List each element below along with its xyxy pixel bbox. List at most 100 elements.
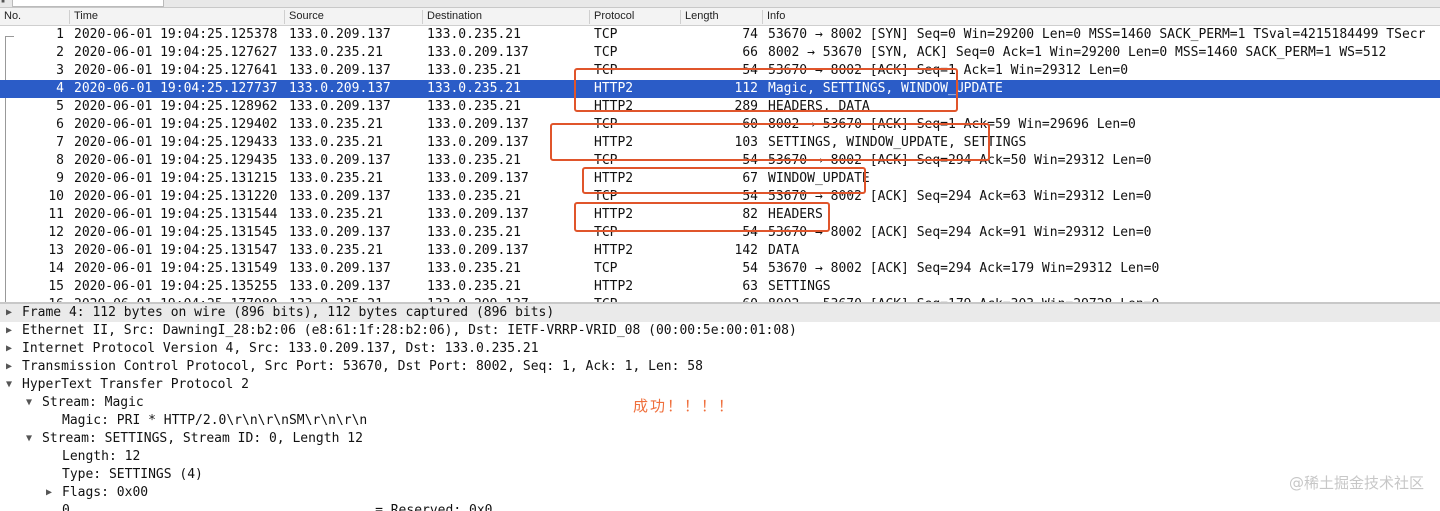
packet-cell-info: 8002 → 53670 [SYN, ACK] Seq=0 Ack=1 Win=… bbox=[768, 45, 1387, 60]
detail-tree-label: Flags: 0x00 bbox=[62, 485, 149, 500]
annotation-box-headers bbox=[574, 202, 830, 232]
packet-cell-length: 142 bbox=[734, 243, 758, 258]
packet-cell-length: 63 bbox=[742, 279, 758, 294]
detail-tree-row[interactable]: ▼ Stream: SETTINGS, Stream ID: 0, Length … bbox=[0, 430, 1440, 448]
detail-tree-row[interactable]: Length: 12 bbox=[0, 448, 1440, 466]
packet-cell-time: 2020-06-01 19:04:25.131544 bbox=[74, 207, 278, 222]
packet-row[interactable]: 14 2020-06-01 19:04:25.131549 133.0.209.13… bbox=[0, 260, 1440, 278]
detail-tree-row[interactable]: Type: SETTINGS (4) bbox=[0, 466, 1440, 484]
packet-cell-no: 2 bbox=[56, 45, 64, 60]
packet-row[interactable]: 15 2020-06-01 19:04:25.135255 133.0.209.13… bbox=[0, 278, 1440, 296]
detail-tree-label: Stream: Magic bbox=[42, 395, 144, 410]
packet-cell-destination: 133.0.235.21 bbox=[427, 279, 521, 294]
packet-cell-no: 4 bbox=[56, 81, 64, 96]
packet-cell-time: 2020-06-01 19:04:25.127627 bbox=[74, 45, 278, 60]
collapse-triangle-icon[interactable]: ▼ bbox=[26, 394, 38, 412]
detail-tree-row[interactable]: 0... .... .... .... .... .... .... .... … bbox=[0, 502, 1440, 511]
detail-tree-label: Transmission Control Protocol, Src Port:… bbox=[22, 359, 703, 374]
column-header-time[interactable]: Time bbox=[69, 10, 98, 24]
packet-cell-no: 5 bbox=[56, 99, 64, 114]
packet-cell-time: 2020-06-01 19:04:25.131215 bbox=[74, 171, 278, 186]
packet-cell-destination: 133.0.235.21 bbox=[427, 99, 521, 114]
packet-row[interactable]: 1 2020-06-01 19:04:25.125378 133.0.209.137… bbox=[0, 26, 1440, 44]
detail-tree-row[interactable]: ▶ Ethernet II, Src: DawningI_28:b2:06 (e8… bbox=[0, 322, 1440, 340]
packet-cell-source: 133.0.209.137 bbox=[289, 261, 391, 276]
packet-cell-destination: 133.0.209.137 bbox=[427, 243, 529, 258]
packet-cell-protocol: HTTP2 bbox=[594, 279, 634, 294]
detail-tree-row[interactable]: ▼ HyperText Transfer Protocol 2 bbox=[0, 376, 1440, 394]
detail-tree-label: Type: SETTINGS (4) bbox=[62, 467, 203, 482]
packet-cell-time: 2020-06-01 19:04:25.127737 bbox=[74, 81, 278, 96]
packet-cell-source: 133.0.209.137 bbox=[289, 99, 391, 114]
detail-tree-row[interactable]: ▶ Transmission Control Protocol, Src Port… bbox=[0, 358, 1440, 376]
packet-cell-source: 133.0.209.137 bbox=[289, 63, 391, 78]
packet-cell-destination: 133.0.209.137 bbox=[427, 135, 529, 150]
expand-triangle-icon[interactable]: ▶ bbox=[46, 484, 58, 502]
packet-cell-time: 2020-06-01 19:04:25.128962 bbox=[74, 99, 278, 114]
detail-tree-row[interactable]: ▶ Internet Protocol Version 4, Src: 133.0… bbox=[0, 340, 1440, 358]
packet-cell-info: SETTINGS bbox=[768, 279, 831, 294]
column-header-info[interactable]: Info bbox=[762, 10, 785, 24]
success-annotation: 成功！！！！ bbox=[633, 397, 736, 415]
detail-tree-row[interactable]: ▶ Flags: 0x00 bbox=[0, 484, 1440, 502]
display-filter-bar[interactable]: ▮ bbox=[0, 0, 1440, 8]
expand-triangle-icon[interactable]: ▶ bbox=[6, 304, 18, 322]
column-header-length[interactable]: Length bbox=[680, 10, 719, 24]
packet-row[interactable]: 2 2020-06-01 19:04:25.127627 133.0.235.21 1… bbox=[0, 44, 1440, 62]
annotation-box-magic-settings bbox=[574, 68, 958, 112]
packet-cell-destination: 133.0.235.21 bbox=[427, 81, 521, 96]
packet-cell-source: 133.0.235.21 bbox=[289, 243, 383, 258]
packet-cell-destination: 133.0.209.137 bbox=[427, 117, 529, 132]
packet-cell-time: 2020-06-01 19:04:25.127641 bbox=[74, 63, 278, 78]
packet-cell-destination: 133.0.209.137 bbox=[427, 45, 529, 60]
packet-cell-time: 2020-06-01 19:04:25.129433 bbox=[74, 135, 278, 150]
detail-tree-label: Length: 12 bbox=[62, 449, 141, 464]
display-filter-input[interactable] bbox=[12, 0, 164, 7]
expand-triangle-icon[interactable]: ▶ bbox=[6, 322, 18, 340]
detail-tree-label: Internet Protocol Version 4, Src: 133.0.… bbox=[22, 341, 539, 356]
collapse-triangle-icon[interactable]: ▼ bbox=[26, 430, 38, 448]
packet-cell-destination: 133.0.235.21 bbox=[427, 261, 521, 276]
packet-cell-length: 66 bbox=[742, 45, 758, 60]
packet-cell-length: 54 bbox=[742, 261, 758, 276]
column-header-destination[interactable]: Destination bbox=[422, 10, 482, 24]
packet-cell-no: 12 bbox=[48, 225, 64, 240]
detail-tree-label: HyperText Transfer Protocol 2 bbox=[22, 377, 249, 392]
packet-cell-no: 9 bbox=[56, 171, 64, 186]
packet-cell-time: 2020-06-01 19:04:25.131547 bbox=[74, 243, 278, 258]
collapse-triangle-icon[interactable]: ▼ bbox=[6, 376, 18, 394]
packet-cell-destination: 133.0.235.21 bbox=[427, 225, 521, 240]
packet-cell-info: 53670 → 8002 [ACK] Seq=294 Ack=179 Win=2… bbox=[768, 261, 1160, 276]
packet-cell-no: 11 bbox=[48, 207, 64, 222]
annotation-box-window-update bbox=[582, 167, 866, 194]
packet-cell-protocol: HTTP2 bbox=[594, 243, 634, 258]
packet-cell-no: 13 bbox=[48, 243, 64, 258]
packet-cell-source: 133.0.235.21 bbox=[289, 207, 383, 222]
detail-tree-label: Ethernet II, Src: DawningI_28:b2:06 (e8:… bbox=[22, 323, 797, 338]
detail-tree-row[interactable]: ▶ Frame 4: 112 bytes on wire (896 bits), … bbox=[0, 304, 1440, 322]
expand-triangle-icon[interactable]: ▶ bbox=[6, 358, 18, 376]
watermark: @稀土掘金技术社区 bbox=[1288, 474, 1424, 492]
packet-cell-destination: 133.0.235.21 bbox=[427, 189, 521, 204]
packet-cell-source: 133.0.235.21 bbox=[289, 117, 383, 132]
packet-cell-source: 133.0.235.21 bbox=[289, 171, 383, 186]
packet-cell-destination: 133.0.209.137 bbox=[427, 207, 529, 222]
packet-cell-length: 74 bbox=[742, 27, 758, 42]
packet-cell-time: 2020-06-01 19:04:25.131220 bbox=[74, 189, 278, 204]
expand-triangle-icon[interactable]: ▶ bbox=[6, 340, 18, 358]
column-header-protocol[interactable]: Protocol bbox=[589, 10, 634, 24]
packet-cell-no: 10 bbox=[48, 189, 64, 204]
filter-bookmark-icon[interactable]: ▮ bbox=[0, 0, 6, 5]
detail-tree-label: 0... .... .... .... .... .... .... .... … bbox=[62, 503, 493, 511]
detail-tree-label: Frame 4: 112 bytes on wire (896 bits), 1… bbox=[22, 305, 555, 320]
column-header-source[interactable]: Source bbox=[284, 10, 324, 24]
packet-cell-no: 14 bbox=[48, 261, 64, 276]
packet-cell-protocol: TCP bbox=[594, 27, 618, 42]
packet-cell-source: 133.0.235.21 bbox=[289, 45, 383, 60]
packet-cell-source: 133.0.209.137 bbox=[289, 27, 391, 42]
packet-cell-time: 2020-06-01 19:04:25.129435 bbox=[74, 153, 278, 168]
packet-cell-destination: 133.0.235.21 bbox=[427, 153, 521, 168]
packet-row[interactable]: 13 2020-06-01 19:04:25.131547 133.0.235.21… bbox=[0, 242, 1440, 260]
packet-cell-no: 1 bbox=[56, 27, 64, 42]
column-header-no[interactable]: No. bbox=[0, 10, 21, 24]
